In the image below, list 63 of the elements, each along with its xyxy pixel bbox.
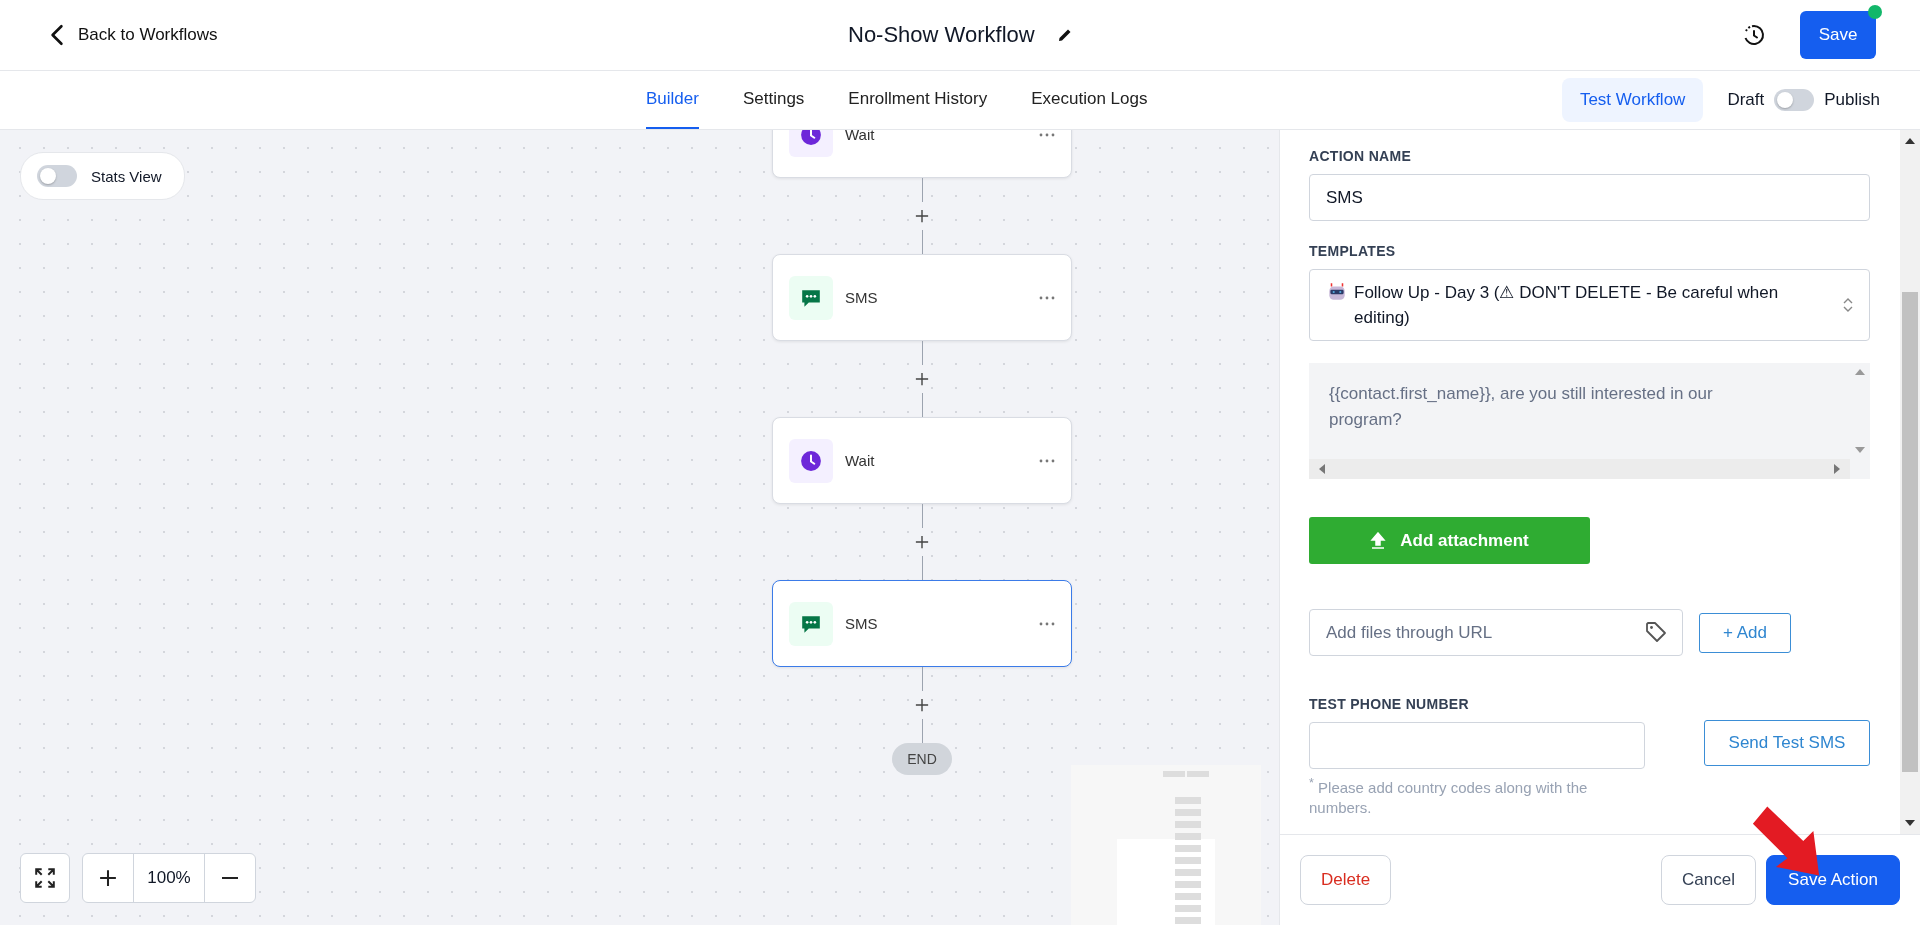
field-label: TEMPLATES [1309, 243, 1397, 259]
save-button[interactable]: Save [1800, 11, 1876, 59]
url-field[interactable]: Add files through URL [1309, 609, 1683, 656]
workflow-title: No-Show Workflow [848, 22, 1035, 48]
node-label: Wait [845, 130, 875, 143]
more-icon[interactable] [1039, 458, 1055, 463]
stats-view-label: Stats View [91, 167, 162, 185]
horizontal-scrollbar[interactable] [1309, 459, 1850, 479]
action-name-field[interactable]: SMS [1309, 174, 1870, 221]
scroll-left-icon[interactable] [1319, 464, 1325, 474]
panel-scrollbar[interactable] [1900, 130, 1920, 834]
stats-view-control[interactable]: Stats View [20, 152, 185, 200]
add-step-icon[interactable] [915, 372, 929, 386]
more-icon[interactable] [1039, 295, 1055, 300]
tab[interactable]: Enrollment History [848, 71, 988, 129]
more-icon[interactable] [1039, 132, 1055, 137]
node-label: SMS [845, 615, 878, 632]
zoom-level: 100% [133, 854, 205, 902]
draft-label: Draft [1727, 90, 1765, 110]
scroll-down-icon[interactable] [1905, 820, 1915, 826]
field-label: TEST PHONE NUMBER [1309, 696, 1470, 712]
robot-icon [1326, 281, 1348, 303]
workflow-node[interactable]: Wait [772, 417, 1072, 504]
publish-label: Publish [1824, 90, 1880, 110]
workflow-node[interactable]: SMS [772, 254, 1072, 341]
add-url-button[interactable]: + Add [1699, 612, 1791, 653]
publish-toggle[interactable] [1774, 89, 1815, 111]
history-icon[interactable] [1742, 23, 1766, 47]
end-marker: END [892, 743, 952, 775]
node-label: SMS [845, 289, 878, 306]
send-test-sms-button[interactable]: Send Test SMS [1704, 720, 1870, 766]
save-action-button[interactable]: Save Action [1766, 855, 1900, 905]
scroll-up-icon[interactable] [1905, 138, 1915, 144]
tag-icon [1645, 621, 1667, 643]
expand-icon [34, 867, 56, 889]
workflow-node[interactable]: Wait [772, 130, 1072, 178]
minus-icon [221, 877, 239, 879]
stats-toggle[interactable] [37, 165, 77, 187]
template-select[interactable]: Follow Up - Day 3 (⚠ DON'T DELETE - Be careful when editing) [1309, 269, 1870, 341]
workflow-node[interactable]: SMS [772, 580, 1072, 667]
back-link[interactable]: Back to Workflows [50, 24, 218, 46]
clock-icon [800, 449, 822, 472]
more-icon[interactable] [1039, 621, 1055, 626]
tab[interactable]: Execution Logs [1031, 71, 1148, 129]
tab[interactable]: Settings [742, 71, 805, 129]
add-step-icon[interactable] [915, 209, 929, 223]
field-label: ACTION NAME [1309, 148, 1413, 164]
sort-caret-icon [1843, 296, 1853, 314]
fit-screen-button[interactable] [20, 853, 70, 903]
node-label: Wait [845, 452, 875, 469]
cancel-button[interactable]: Cancel [1661, 855, 1756, 905]
scroll-right-icon[interactable] [1834, 464, 1840, 474]
phone-field[interactable] [1309, 722, 1645, 769]
phone-hint: $^{*}$ Please add country codes along with the numbers. [1309, 775, 1589, 818]
add-step-icon[interactable] [915, 535, 929, 549]
plus-icon [99, 869, 117, 887]
edit-icon[interactable] [1056, 27, 1073, 43]
clock-icon [800, 130, 822, 146]
test-workflow-button[interactable]: Test Workflow [1561, 78, 1704, 122]
message-text: {{contact.first_name}}, are you still interested in our program? [1328, 383, 1714, 431]
delete-button[interactable]: Delete [1300, 855, 1392, 905]
upload-icon [1370, 531, 1387, 550]
add-step-icon[interactable] [915, 698, 929, 712]
